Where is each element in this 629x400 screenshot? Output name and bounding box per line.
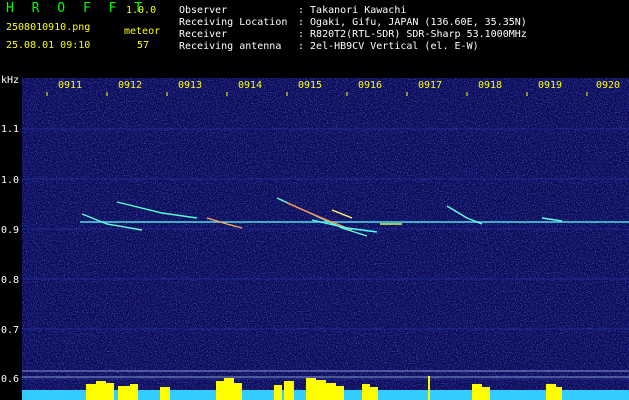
info-key-location: Receiving Location	[179, 17, 288, 28]
header-panel: H R O F F T 1.0.0 2508010910.png 25.08.0…	[0, 0, 629, 78]
x-tick-label: 0920	[596, 80, 621, 91]
info-value-location: : Ogaki, Gifu, JAPAN (136.60E, 35.35N)	[298, 17, 527, 28]
spectrogram	[22, 78, 629, 400]
info-value-observer: : Takanori Kawachi	[298, 5, 407, 16]
noise-texture	[22, 78, 629, 400]
app-version: 1.0.0	[126, 5, 157, 16]
x-tick-label: 0917	[418, 80, 443, 91]
x-tick-label: 0916	[358, 80, 383, 91]
y-tick-label: 0.6	[1, 374, 20, 385]
y-tick-label: 0.8	[1, 275, 20, 286]
x-tick-label: 0919	[538, 80, 563, 91]
meteor-count: 57	[137, 40, 150, 51]
x-tick-label: 0912	[118, 80, 143, 91]
x-tick-label: 0913	[178, 80, 203, 91]
info-key-antenna: Receiving antenna	[179, 41, 282, 52]
x-tick-label: 0914	[238, 80, 263, 91]
y-tick-label: 0.9	[1, 225, 20, 236]
file-name: 2508010910.png	[6, 22, 91, 33]
info-value-antenna: : 2el-HB9CV Vertical (el. E-W)	[298, 41, 479, 52]
info-value-receiver: : R820T2(RTL-SDR) SDR-Sharp 53.1000MHz	[298, 29, 527, 40]
y-unit-label: kHz	[1, 75, 20, 86]
y-tick-label: 0.7	[1, 325, 20, 336]
y-tick-label: 1.0	[1, 175, 20, 186]
info-key-observer: Observer	[179, 5, 228, 16]
info-key-receiver: Receiver	[179, 29, 228, 40]
x-tick-label: 0918	[478, 80, 503, 91]
y-tick-label: 1.1	[1, 124, 20, 135]
x-tick-label: 0915	[298, 80, 323, 91]
file-datetime: 25.08.01 09:10	[6, 40, 91, 51]
x-tick-label: 0911	[58, 80, 83, 91]
meteor-label: meteor	[124, 26, 161, 37]
